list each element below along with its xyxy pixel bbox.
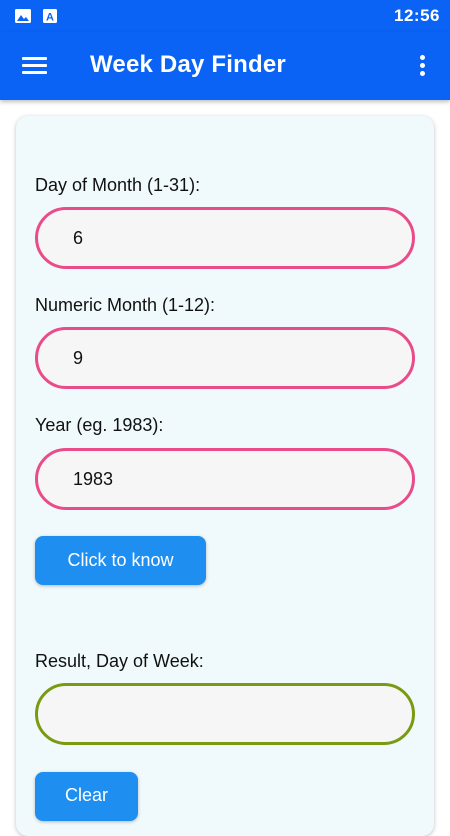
a-badge-icon: A	[43, 9, 57, 24]
clear-button[interactable]: Clear	[35, 772, 138, 821]
day-label: Day of Month (1-31):	[35, 175, 201, 195]
month-input-value: 9	[73, 347, 84, 368]
day-input[interactable]: 6	[35, 207, 415, 269]
image-icon	[15, 9, 31, 23]
hamburger-menu-icon[interactable]	[22, 55, 48, 75]
click-to-know-button[interactable]: Click to know	[35, 536, 206, 585]
app-bar: Week Day Finder	[0, 32, 450, 100]
result-field	[35, 683, 415, 745]
overflow-menu-icon[interactable]	[414, 53, 430, 79]
result-label: Result, Day of Week:	[35, 651, 204, 671]
status-bar: A 12:56	[0, 0, 450, 32]
status-icons: A	[14, 8, 58, 24]
year-label: Year (eg. 1983):	[35, 415, 164, 435]
year-input-value: 1983	[73, 468, 114, 489]
app-title: Week Day Finder	[90, 51, 286, 78]
month-input[interactable]: 9	[35, 327, 415, 389]
year-input[interactable]: 1983	[35, 448, 415, 510]
svg-text:A: A	[46, 12, 54, 24]
month-label: Numeric Month (1-12):	[35, 295, 216, 315]
status-time: 12:56	[394, 6, 440, 25]
day-input-value: 6	[73, 227, 84, 248]
